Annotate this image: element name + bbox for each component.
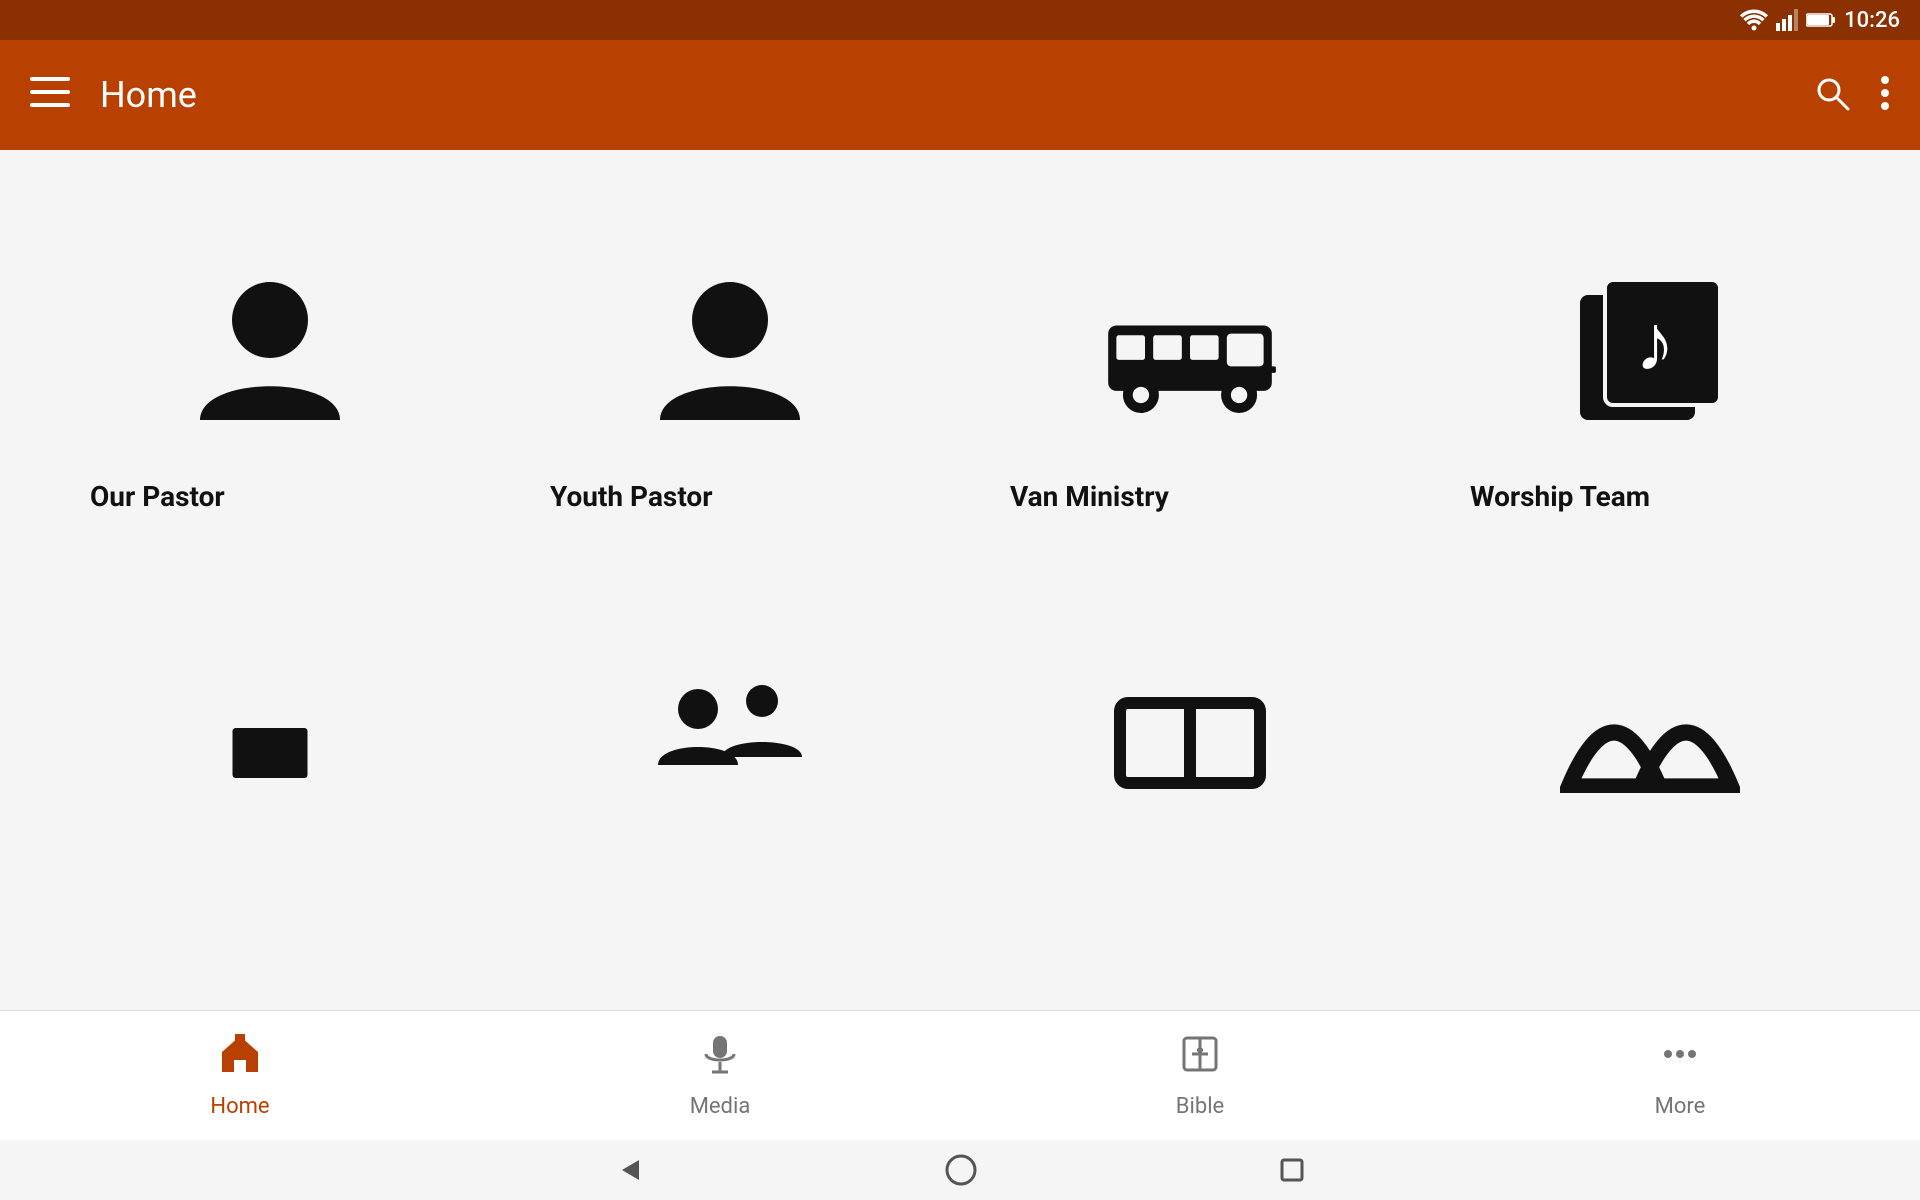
van-ministry-item[interactable]: Van Ministry: [980, 210, 1400, 553]
second-row-grid: [60, 593, 1860, 793]
van-ministry-label: Van Ministry: [1000, 480, 1169, 513]
nav-bible-label: Bible: [1176, 1094, 1224, 1119]
youth-pastor-label: Youth Pastor: [540, 480, 712, 513]
bottom-nav: Home Media Bible: [0, 1010, 1920, 1140]
nav-more[interactable]: More: [1440, 1032, 1920, 1119]
bible-icon: [1178, 1032, 1222, 1086]
main-content: Our Pastor Youth Pastor: [0, 150, 1920, 1010]
svg-text:♪: ♪: [1635, 298, 1675, 387]
nav-home-label: Home: [210, 1094, 269, 1119]
recents-button[interactable]: [1278, 1156, 1306, 1184]
nav-home[interactable]: Home: [0, 1032, 480, 1119]
app-bar-title: Home: [100, 74, 1814, 116]
nav-media-label: Media: [690, 1094, 751, 1119]
search-button[interactable]: [1814, 75, 1850, 115]
status-bar: 10:26: [0, 0, 1920, 40]
app-bar-actions: [1814, 75, 1890, 115]
worship-team-label: Worship Team: [1460, 480, 1650, 513]
mic-icon: [698, 1032, 742, 1086]
second-row-item-2[interactable]: [520, 593, 940, 793]
worship-team-icon: ♪: [1460, 250, 1840, 450]
status-icons: 10:26: [1740, 8, 1900, 33]
more-dots-icon: [1658, 1032, 1702, 1086]
second-row-icon-1: [80, 633, 460, 793]
home-system-button[interactable]: [944, 1153, 978, 1187]
our-pastor-icon: [80, 250, 460, 450]
second-row-icon-3: [1000, 633, 1380, 793]
second-row-icon-2: [540, 633, 920, 793]
wifi-icon: [1740, 9, 1768, 31]
back-button[interactable]: [614, 1155, 644, 1185]
van-ministry-icon: [1000, 250, 1380, 450]
nav-bible[interactable]: Bible: [960, 1032, 1440, 1119]
status-time: 10:26: [1844, 8, 1900, 33]
youth-pastor-item[interactable]: Youth Pastor: [520, 210, 940, 553]
our-pastor-label: Our Pastor: [80, 480, 225, 513]
menu-grid: Our Pastor Youth Pastor: [60, 210, 1860, 553]
our-pastor-item[interactable]: Our Pastor: [60, 210, 480, 553]
youth-pastor-icon: [540, 250, 920, 450]
nav-media[interactable]: Media: [480, 1032, 960, 1119]
menu-button[interactable]: [30, 77, 70, 113]
app-bar: Home: [0, 40, 1920, 150]
home-icon: [218, 1032, 262, 1086]
worship-team-item[interactable]: ♪ Worship Team: [1440, 210, 1860, 553]
battery-icon: [1806, 12, 1836, 28]
system-nav: [0, 1140, 1920, 1200]
second-row-item-3[interactable]: [980, 593, 1400, 793]
nav-more-label: More: [1655, 1094, 1706, 1119]
more-button[interactable]: [1880, 75, 1890, 115]
second-row-icon-4: [1460, 633, 1840, 793]
second-row-item-1[interactable]: [60, 593, 480, 793]
cell-signal-icon: [1776, 9, 1798, 31]
second-row-item-4[interactable]: [1440, 593, 1860, 793]
